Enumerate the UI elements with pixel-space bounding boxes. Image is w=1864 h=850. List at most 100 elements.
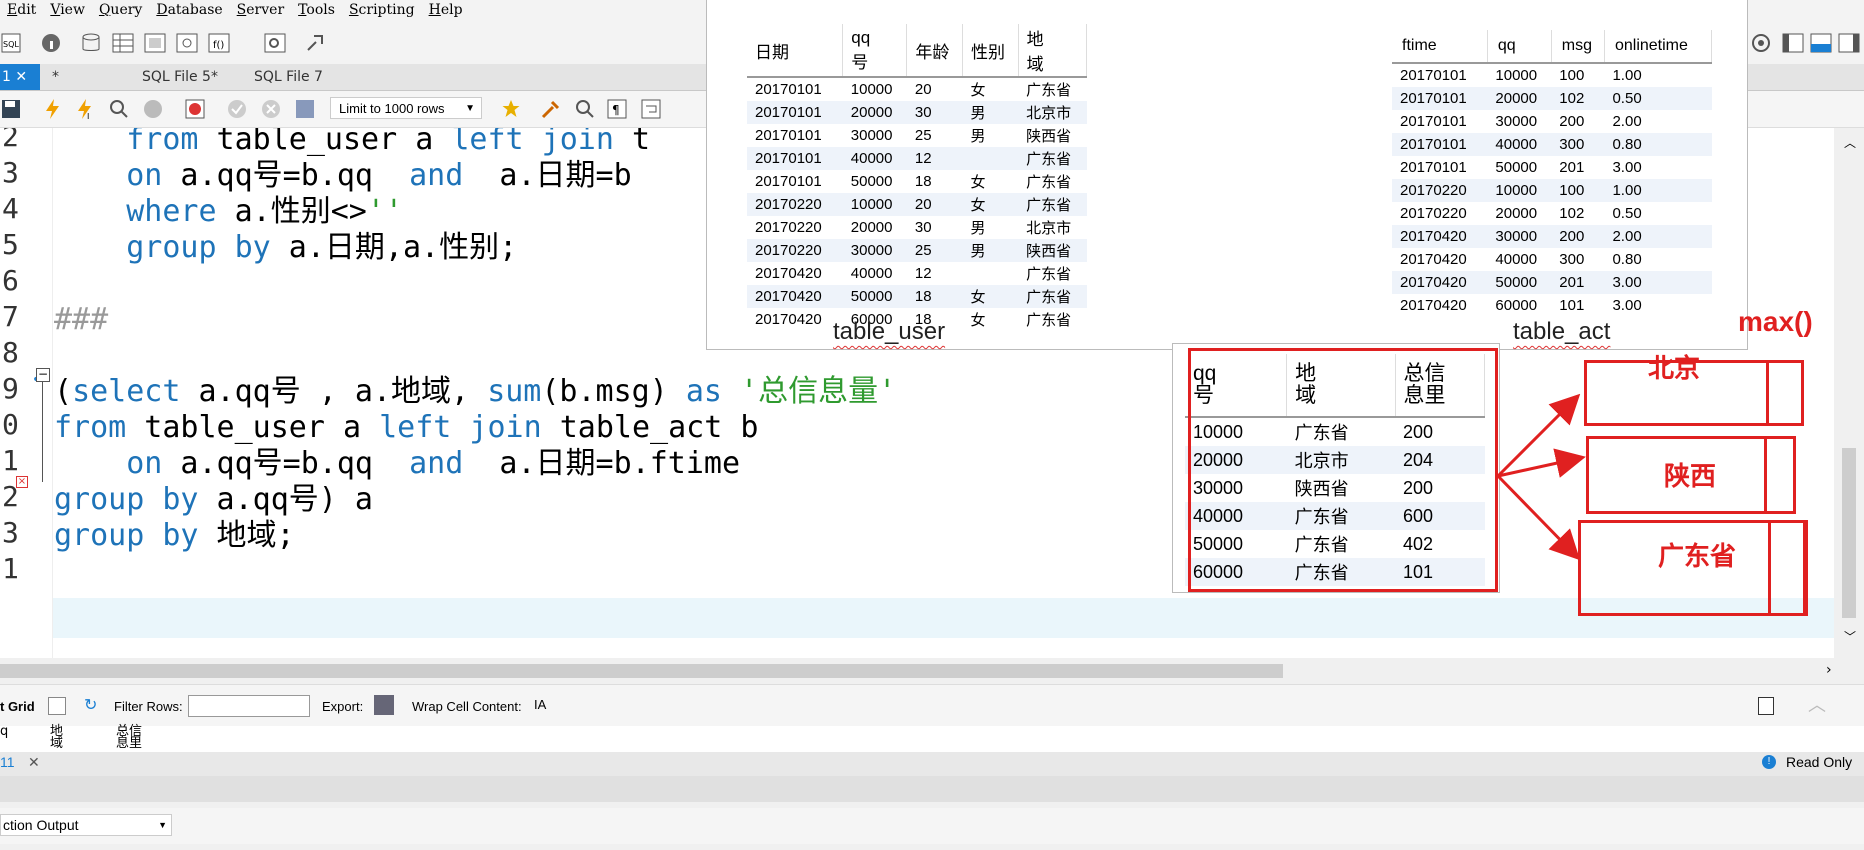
- table-icon[interactable]: [110, 30, 136, 56]
- filter-rows-input[interactable]: [188, 695, 310, 717]
- close-result-tab-icon[interactable]: ✕: [28, 754, 40, 771]
- limit-rows-select[interactable]: Limit to 1000 rows ▼: [330, 97, 482, 119]
- reconnect-icon[interactable]: [302, 30, 328, 56]
- code-line[interactable]: group by 地域;: [54, 516, 295, 556]
- editor-horizontal-scrollbar[interactable]: ›: [0, 658, 1864, 684]
- find-icon[interactable]: [574, 98, 596, 120]
- menu-item-database[interactable]: Database: [149, 0, 229, 19]
- result-col-qq[interactable]: q: [0, 725, 8, 738]
- table-act-row: 20170420 50000 201 3.00: [1392, 271, 1712, 294]
- toggle-error-icon[interactable]: [184, 98, 206, 120]
- table-act-cell: 20000: [1495, 205, 1538, 222]
- code-line[interactable]: on a.qq号=b.qq and a.日期=b: [54, 156, 631, 196]
- line-number: 3: [2, 156, 19, 189]
- wrap-cell-icon[interactable]: IA: [534, 697, 546, 712]
- table-act-cell: 20170101: [1400, 67, 1467, 84]
- result-tab-11[interactable]: 11: [0, 754, 15, 770]
- table-act-cell: 3.00: [1604, 271, 1712, 294]
- vertical-scroll-thumb[interactable]: [1842, 448, 1856, 618]
- table-act-cell: 20170101: [1392, 133, 1488, 156]
- export-icon[interactable]: [374, 695, 394, 715]
- toggle-panel-icon[interactable]: [1758, 697, 1774, 715]
- result-header-row: q 地 域 总信 息里: [0, 725, 188, 753]
- panel-splitter[interactable]: [0, 776, 1864, 802]
- code-line[interactable]: group by a.日期,a.性别;: [54, 228, 517, 268]
- commit-icon[interactable]: [226, 98, 248, 120]
- chevron-down-icon: ▼: [158, 820, 167, 830]
- table-user-cell: 陕西省: [1018, 239, 1087, 262]
- autocommit-icon[interactable]: [294, 98, 316, 120]
- table-user-cell: 18: [906, 285, 963, 308]
- code-line[interactable]: group by a.qq号) a: [54, 480, 373, 520]
- tab-sql-file-5[interactable]: SQL File 5*: [142, 64, 218, 90]
- svg-text:I: I: [87, 112, 89, 120]
- table-user-row: 20170220 10000 20 女广东省: [747, 193, 1087, 216]
- table-act-header: onlinetime: [1604, 30, 1713, 64]
- rollback-icon[interactable]: [260, 98, 282, 120]
- tab-unsaved[interactable]: *: [52, 64, 59, 90]
- result-col-region[interactable]: 地 域: [50, 725, 63, 750]
- menu-item-help[interactable]: Help: [422, 0, 470, 19]
- table-user-header: 性别: [962, 24, 1019, 78]
- scroll-results-icon[interactable]: ︿: [1808, 691, 1826, 717]
- menu-item-edit[interactable]: Edit: [0, 0, 43, 19]
- result-grid-label[interactable]: t Grid: [0, 699, 35, 714]
- toggle-sidebar-icon[interactable]: [1780, 30, 1806, 56]
- table-user-cell: 30: [914, 219, 932, 236]
- editor-vertical-scrollbar[interactable]: ︿ ﹀: [1834, 128, 1864, 658]
- code-keyword: left join: [379, 410, 542, 445]
- settings-icon[interactable]: [1748, 30, 1774, 56]
- new-sql-tab-icon[interactable]: SQL: [0, 30, 26, 56]
- tab-sql-file-7[interactable]: SQL File 7: [254, 64, 323, 90]
- table-user-row: 20170101 10000 20 女 广东省: [747, 77, 1087, 101]
- code-line[interactable]: from table_user a left join table_act b: [54, 408, 758, 448]
- invisible-chars-icon[interactable]: ¶: [606, 98, 628, 120]
- scroll-down-icon[interactable]: ﹀: [1844, 628, 1856, 645]
- output-type-select[interactable]: ction Output ▼: [0, 814, 172, 836]
- code-line[interactable]: ###: [54, 300, 108, 340]
- limit-rows-value: Limit to 1000 rows: [339, 101, 445, 116]
- table-user-cell: 20170101: [747, 147, 843, 170]
- table-user-cell: 50000: [850, 173, 893, 190]
- result-grid[interactable]: q 地 域 总信 息里: [0, 725, 1864, 753]
- horizontal-scroll-thumb[interactable]: [0, 664, 1283, 678]
- toggle-output-icon[interactable]: [1808, 30, 1834, 56]
- toggle-secondary-sidebar-icon[interactable]: [1836, 30, 1862, 56]
- menu-item-server[interactable]: Server: [230, 0, 291, 19]
- beautify-icon[interactable]: [540, 98, 562, 120]
- wrap-lines-icon[interactable]: [640, 98, 662, 120]
- view-icon[interactable]: [142, 30, 168, 56]
- procedure-icon[interactable]: [174, 30, 200, 56]
- execute-current-icon[interactable]: I: [74, 98, 96, 121]
- table-act-cell: 201: [1559, 159, 1585, 176]
- scroll-up-icon[interactable]: ︿: [1844, 134, 1856, 151]
- explain-icon[interactable]: [108, 98, 130, 120]
- output-bar: ction Output ▼: [0, 808, 1864, 844]
- execute-icon[interactable]: [42, 98, 64, 120]
- menu-item-query[interactable]: Query: [92, 0, 149, 19]
- menu-item-tools[interactable]: Tools: [291, 0, 342, 19]
- save-icon[interactable]: [0, 98, 22, 120]
- function-icon[interactable]: f(): [206, 30, 232, 56]
- form-editor-icon[interactable]: [48, 697, 66, 715]
- code-line[interactable]: (select a.qq号 , a.地域, sum(b.msg) as '总信息…: [54, 372, 896, 412]
- result-col-total[interactable]: 总信 息里: [116, 725, 142, 750]
- fold-collapse-icon[interactable]: −: [36, 368, 50, 382]
- add-snippet-icon[interactable]: [500, 98, 522, 120]
- refresh-icon[interactable]: ↻: [84, 695, 97, 715]
- scroll-right-icon[interactable]: ›: [1826, 662, 1832, 678]
- info-icon[interactable]: [38, 30, 64, 56]
- stop-icon[interactable]: [142, 98, 164, 120]
- menu-item-view[interactable]: View: [43, 0, 92, 19]
- code-line[interactable]: on a.qq号=b.qq and a.日期=b.ftime: [54, 444, 740, 484]
- menu-item-scripting[interactable]: Scripting: [342, 0, 422, 19]
- table-act-row: 20170420 60000 101 3.00: [1392, 294, 1712, 317]
- error-marker-icon[interactable]: ×: [16, 476, 28, 488]
- code-text: table_user a: [126, 410, 380, 445]
- code-line[interactable]: where a.性别<>'': [54, 192, 403, 232]
- tab-query-1[interactable]: 1 ✕: [0, 64, 40, 90]
- table-user-cell: 12: [914, 265, 932, 282]
- search-table-icon[interactable]: [262, 30, 288, 56]
- database-icon[interactable]: [78, 30, 104, 56]
